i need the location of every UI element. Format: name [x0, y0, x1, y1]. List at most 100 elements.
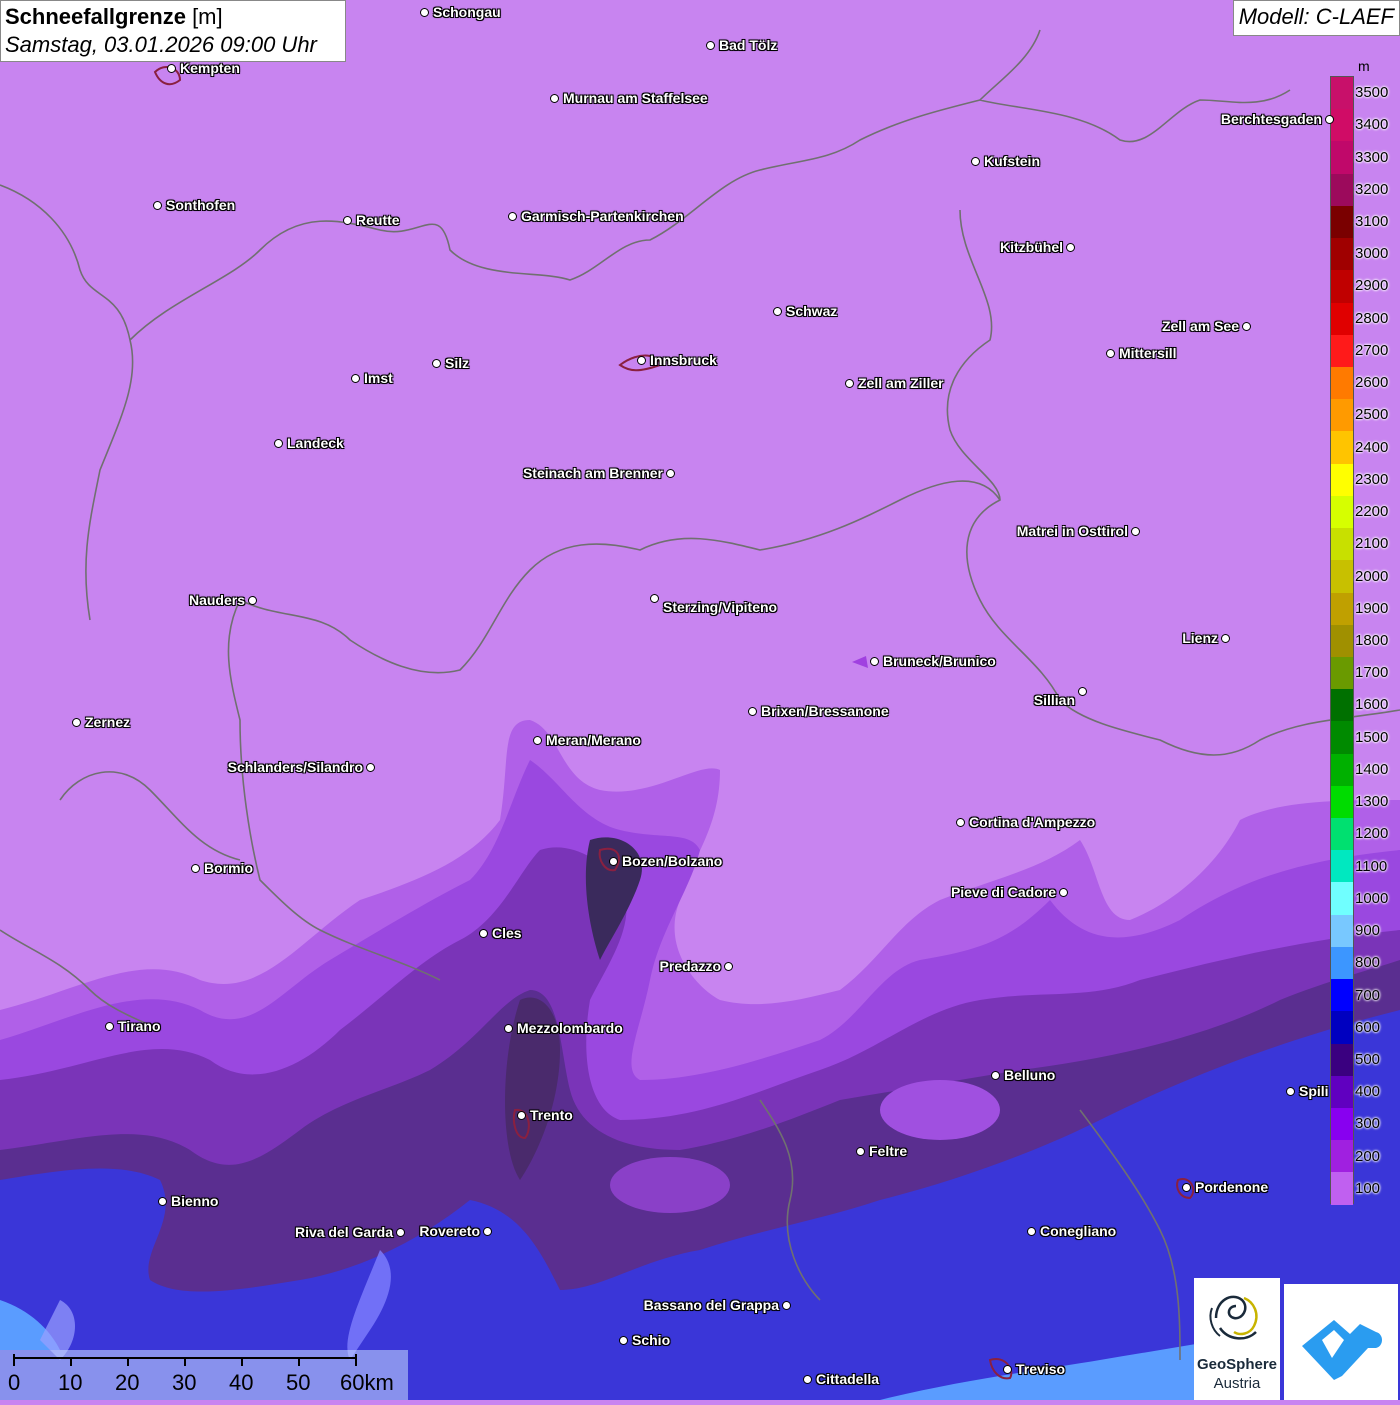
city-label: Bormio: [204, 860, 253, 876]
city-label: Lienz: [1182, 630, 1218, 646]
city-label: Belluno: [1004, 1067, 1056, 1083]
city-label: Zell am Ziller: [858, 375, 944, 391]
city-marker: [504, 1024, 513, 1033]
legend-swatch-2200: [1331, 495, 1353, 529]
city-marker: [1066, 243, 1075, 252]
scale-bar: 0 10 20 30 40 50 60km: [0, 1350, 408, 1400]
legend-label-2100: 2100: [1355, 535, 1389, 553]
legend-swatch-2300: [1331, 463, 1353, 496]
city-marker: [782, 1301, 791, 1310]
city-label: Schio: [632, 1332, 671, 1348]
legend-swatch-2100: [1331, 528, 1353, 561]
scale-label-40: 40: [229, 1370, 254, 1395]
city-marker: [1059, 888, 1068, 897]
city-label: Conegliano: [1040, 1223, 1117, 1239]
legend-label-3500: 3500: [1355, 84, 1389, 102]
city-marker: [483, 1227, 492, 1236]
city-label: Mittersill: [1119, 345, 1177, 361]
legend-label-3100: 3100: [1355, 213, 1389, 231]
title-unit: [m]: [185, 4, 223, 29]
mountain-cloud-icon: [1302, 1320, 1382, 1380]
legend-label-3400: 3400: [1355, 116, 1389, 134]
city-marker: [856, 1147, 865, 1156]
city-marker: [396, 1228, 405, 1237]
legend-label-2200: 2200: [1355, 503, 1389, 521]
city-marker: [1027, 1227, 1036, 1236]
city-marker: [619, 1336, 628, 1345]
legend-swatch-1900: [1331, 592, 1353, 625]
city-marker: [666, 469, 675, 478]
city-label: Landeck: [287, 435, 344, 451]
city-label: Berchtesgaden: [1220, 111, 1322, 127]
city-marker: [72, 718, 81, 727]
city-marker: [1286, 1087, 1295, 1096]
city-label: Sillian: [1033, 692, 1075, 708]
legend-swatch-700: [1331, 979, 1353, 1012]
legend-swatch-3100: [1331, 205, 1353, 239]
city-label: Cortina d'Ampezzo: [969, 814, 1096, 830]
city-label: Cittadella: [816, 1371, 880, 1387]
legend-swatch-1200: [1331, 818, 1353, 851]
city-marker: [1003, 1365, 1012, 1374]
legend-swatch-900: [1331, 914, 1353, 947]
city-label: Matrei in Osttirol: [1016, 523, 1128, 539]
app-logo[interactable]: [1284, 1284, 1398, 1400]
city-marker: [706, 41, 715, 50]
legend-label-500: 500: [1355, 1050, 1381, 1068]
map-datetime: Samstag, 03.01.2026 09:00 Uhr: [5, 32, 317, 57]
city-label: Tirano: [118, 1018, 161, 1034]
geosphere-logo-line1: GeoSphere: [1196, 1356, 1278, 1373]
geosphere-logo-line2: Austria: [1213, 1375, 1261, 1392]
legend-swatch-400: [1331, 1075, 1353, 1108]
city-label: Imst: [364, 370, 393, 386]
city-marker: [479, 929, 488, 938]
legend-swatch-3400: [1331, 109, 1353, 142]
title-parameter: Schneefallgrenze: [5, 4, 186, 29]
map-title-box: Schneefallgrenze [m] Samstag, 03.01.2026…: [0, 0, 346, 62]
legend-label-1300: 1300: [1355, 793, 1389, 811]
legend-swatch-100: [1331, 1172, 1353, 1205]
legend-swatch-3000: [1331, 238, 1353, 271]
city-label: Bad Tölz: [719, 37, 778, 53]
city-marker: [1325, 115, 1334, 124]
city-marker: [1221, 634, 1230, 643]
map-title: Schneefallgrenze [m]: [5, 4, 341, 30]
city-marker: [991, 1071, 1000, 1080]
city-marker: [550, 94, 559, 103]
legend-label-100: 100: [1355, 1179, 1381, 1197]
geosphere-logo[interactable]: GeoSphere Austria: [1194, 1278, 1280, 1400]
legend-swatch-2800: [1331, 302, 1353, 335]
legend-label-2700: 2700: [1355, 341, 1389, 359]
legend-swatch-200: [1331, 1140, 1353, 1173]
legend-label-700: 700: [1355, 986, 1381, 1004]
geosphere-emblem-icon: [1209, 1295, 1258, 1340]
legend-label-900: 900: [1355, 922, 1381, 940]
city-label: Pordenone: [1195, 1179, 1269, 1195]
city-label: Bassano del Grappa: [643, 1297, 779, 1313]
city-label: Kempten: [180, 60, 240, 76]
city-label: Schlanders/Silandro: [227, 759, 363, 775]
legend-swatch-1800: [1331, 624, 1353, 657]
legend-label-800: 800: [1355, 954, 1381, 972]
city-label: Bruneck/Brunico: [883, 653, 996, 669]
scale-label-30: 30: [172, 1370, 197, 1395]
city-label: Pieve di Cadore: [950, 884, 1056, 900]
city-marker: [870, 657, 879, 666]
city-label: Rovereto: [419, 1223, 480, 1239]
legend-unit: m: [1358, 58, 1370, 74]
city-label: Kitzbühel: [1000, 239, 1063, 255]
city-label: Sterzing/Vipiteno: [663, 599, 778, 615]
city-label: Zell am See: [1161, 318, 1239, 334]
legend-swatch-3500: [1331, 77, 1353, 110]
city-marker: [609, 857, 618, 866]
legend-swatch-2400: [1331, 431, 1353, 464]
city-marker: [420, 8, 429, 17]
legend-swatch-600: [1331, 1011, 1353, 1044]
city-label: Brixen/Bressanone: [761, 703, 889, 719]
legend-label-1200: 1200: [1355, 825, 1389, 843]
legend-swatch-1100: [1331, 850, 1353, 883]
city-marker: [724, 962, 733, 971]
city-label: Sonthofen: [166, 197, 236, 213]
legend-label-2500: 2500: [1355, 406, 1389, 424]
city-marker: [803, 1375, 812, 1384]
